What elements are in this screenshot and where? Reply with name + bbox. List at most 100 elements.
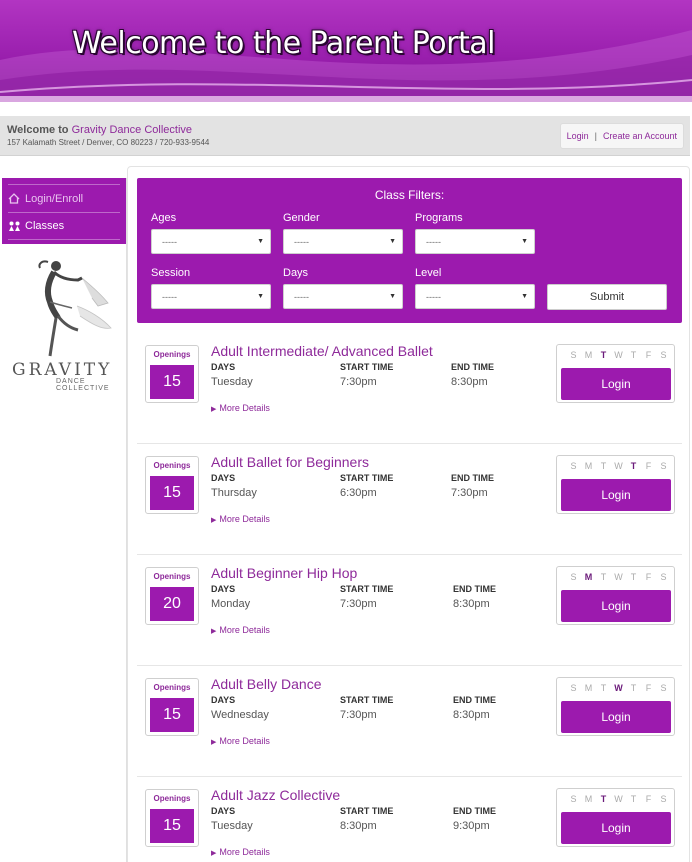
more-details-label: More Details: [219, 514, 270, 524]
weekday-2: T: [600, 572, 607, 582]
weekday-5: F: [645, 794, 652, 804]
caret-right-icon: ▶: [211, 850, 217, 857]
weekday-strip: SMTWTFS: [566, 683, 671, 693]
sidebar-item-classes[interactable]: Classes: [8, 212, 120, 240]
org-name-link[interactable]: Gravity Dance Collective: [72, 124, 192, 136]
class-login-button[interactable]: Login: [561, 368, 671, 400]
more-details-label: More Details: [219, 736, 270, 746]
login-link[interactable]: Login: [567, 131, 589, 141]
days-header: DAYS: [211, 806, 236, 816]
weekday-3: W: [614, 461, 623, 471]
openings-label: Openings: [153, 461, 191, 470]
class-filters-panel: Class Filters: Ages ----- ▼ Gender -----…: [137, 178, 682, 323]
class-login-button[interactable]: Login: [561, 812, 671, 844]
start-time-header: START TIME: [340, 695, 394, 705]
studio-address: 157 Kalamath Street / Denver, CO 80223 /…: [7, 138, 210, 147]
submit-filters-button[interactable]: Submit: [547, 284, 667, 310]
weekday-0: S: [570, 683, 577, 693]
class-name-link[interactable]: Adult Beginner Hip Hop: [211, 565, 357, 581]
gender-select[interactable]: ----- ▼: [283, 229, 403, 254]
chevron-down-icon: ▼: [389, 238, 396, 245]
class-name-link[interactable]: Adult Intermediate/ Advanced Ballet: [211, 343, 433, 359]
weekday-2: T: [600, 350, 607, 360]
programs-select[interactable]: ----- ▼: [415, 229, 535, 254]
weekday-2: T: [600, 794, 607, 804]
class-days: Tuesday: [211, 376, 253, 388]
more-details-link[interactable]: ▶ More Details: [211, 403, 270, 413]
weekday-strip: SMTWTFS: [566, 350, 671, 360]
level-select[interactable]: ----- ▼: [415, 284, 535, 309]
filter-label-programs: Programs: [415, 212, 463, 224]
end-time-header: END TIME: [453, 584, 497, 594]
select-value: -----: [426, 237, 441, 247]
more-details-label: More Details: [219, 403, 270, 413]
header-banner: Welcome to the Parent Portal: [0, 0, 692, 102]
weekday-4: T: [630, 794, 637, 804]
schedule-box: S M T W T F S Login: [556, 455, 675, 514]
class-login-button[interactable]: Login: [561, 590, 671, 622]
class-name-link[interactable]: Adult Belly Dance: [211, 676, 322, 692]
more-details-link[interactable]: ▶ More Details: [211, 514, 270, 524]
class-start-time: 7:30pm: [340, 598, 377, 610]
start-time-header: START TIME: [340, 473, 394, 483]
start-time-header: START TIME: [340, 362, 394, 372]
weekday-5: F: [645, 461, 652, 471]
openings-count: 15: [150, 809, 194, 843]
openings-label: Openings: [153, 572, 191, 581]
weekday-5: F: [645, 572, 652, 582]
more-details-label: More Details: [219, 625, 270, 635]
more-details-link[interactable]: ▶ More Details: [211, 847, 270, 857]
class-login-button[interactable]: Login: [561, 701, 671, 733]
weekday-4: T: [630, 350, 637, 360]
class-end-time: 9:30pm: [453, 820, 490, 832]
class-start-time: 7:30pm: [340, 376, 377, 388]
class-name-link[interactable]: Adult Jazz Collective: [211, 787, 340, 803]
sidebar-item-login-enroll[interactable]: Login/Enroll: [8, 184, 120, 212]
dancers-icon: [8, 220, 22, 232]
days-header: DAYS: [211, 362, 236, 372]
end-time-header: END TIME: [453, 806, 497, 816]
start-time-header: START TIME: [340, 806, 394, 816]
create-account-link[interactable]: Create an Account: [603, 131, 677, 141]
weekday-1: M: [584, 683, 593, 693]
openings-count: 15: [150, 476, 194, 510]
caret-right-icon: ▶: [211, 406, 217, 413]
class-start-time: 7:30pm: [340, 709, 377, 721]
more-details-label: More Details: [219, 847, 270, 857]
more-details-link[interactable]: ▶ More Details: [211, 736, 270, 746]
schedule-box: S M T W T F S Login: [556, 788, 675, 847]
openings-count: 20: [150, 587, 194, 621]
session-select[interactable]: ----- ▼: [151, 284, 271, 309]
class-row: Openings 15 Adult Ballet for Beginners DAYS…: [137, 444, 682, 555]
ages-select[interactable]: ----- ▼: [151, 229, 271, 254]
class-row: Openings 15 Adult Jazz Collective DAYS START…: [137, 777, 682, 862]
class-end-time: 7:30pm: [451, 487, 488, 499]
logo-wordmark: GRAVITY: [12, 360, 113, 380]
end-time-header: END TIME: [451, 362, 495, 372]
class-days: Wednesday: [211, 709, 269, 721]
chevron-down-icon: ▼: [389, 293, 396, 300]
class-days: Tuesday: [211, 820, 253, 832]
weekday-1: M: [584, 794, 593, 804]
caret-right-icon: ▶: [211, 739, 217, 746]
class-row: Openings 20 Adult Beginner Hip Hop DAYS STAR…: [137, 555, 682, 666]
class-name-link[interactable]: Adult Ballet for Beginners: [211, 454, 369, 470]
end-time-header: END TIME: [453, 695, 497, 705]
openings-count: 15: [150, 365, 194, 399]
caret-right-icon: ▶: [211, 628, 217, 635]
filter-label-gender: Gender: [283, 212, 320, 224]
openings-label: Openings: [153, 794, 191, 803]
filter-label-level: Level: [415, 267, 442, 279]
sidebar: Login/Enroll Classes GRAVITY DANCE COLLE…: [2, 178, 127, 862]
more-details-link[interactable]: ▶ More Details: [211, 625, 270, 635]
openings-label: Openings: [153, 350, 191, 359]
home-icon: [8, 193, 22, 205]
weekday-1: M: [584, 350, 593, 360]
class-row: Openings 15 Adult Intermediate/ Advanced B…: [137, 333, 682, 444]
link-separator: |: [594, 131, 597, 141]
class-days: Monday: [211, 598, 251, 610]
openings-count: 15: [150, 698, 194, 732]
days-select[interactable]: ----- ▼: [283, 284, 403, 309]
class-login-button[interactable]: Login: [561, 479, 671, 511]
sidebar-item-label: Classes: [25, 220, 65, 232]
